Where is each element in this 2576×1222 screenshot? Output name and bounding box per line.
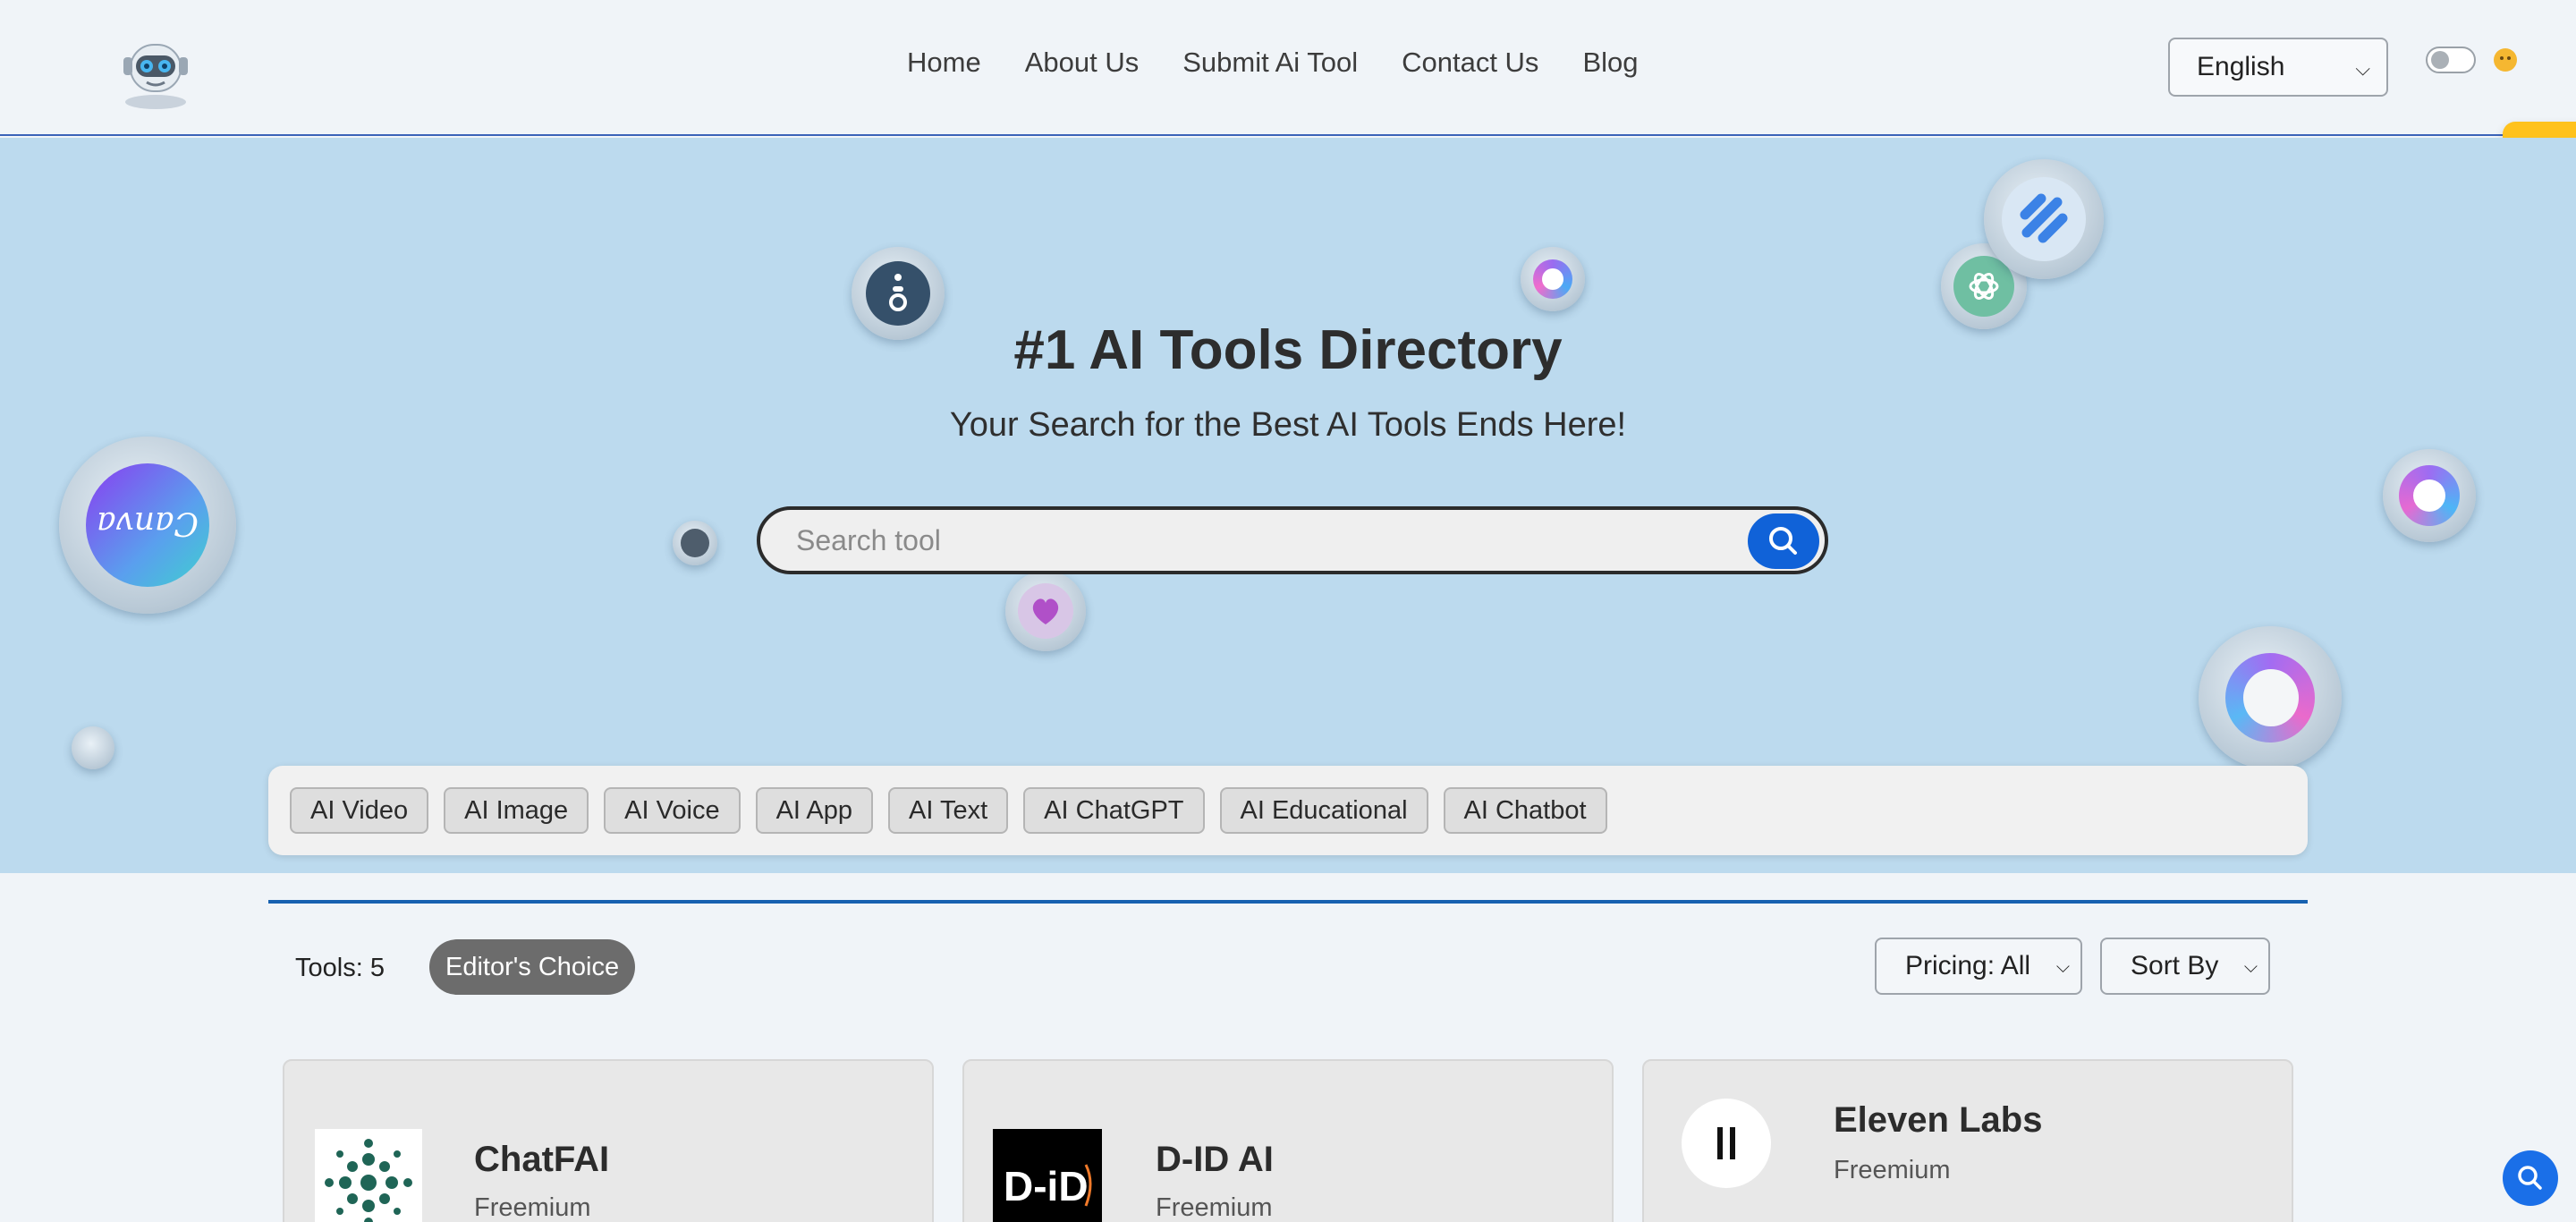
section-divider (268, 900, 2308, 904)
category-ai-voice[interactable]: AI Voice (604, 787, 741, 834)
hero-subtitle: Your Search for the Best AI Tools Ends H… (949, 406, 1627, 444)
canva-bubble[interactable]: Canva (59, 437, 236, 614)
search-icon (2518, 1166, 2542, 1190)
nav-submit-ai-tool[interactable]: Submit Ai Tool (1182, 47, 1358, 79)
small-tool-bubble[interactable] (673, 521, 717, 565)
category-bar: AI Video AI Image AI Voice AI App AI Tex… (268, 766, 2308, 855)
category-ai-video[interactable]: AI Video (290, 787, 429, 834)
swirl-logo-bubble[interactable] (2383, 449, 2476, 542)
nav-about-us[interactable]: About Us (1025, 47, 1140, 79)
tool-pricing: Freemium (1834, 1156, 1951, 1184)
language-value: English (2197, 52, 2285, 81)
heart-logo-icon (1032, 598, 1059, 624)
tool-name[interactable]: ChatFAI (474, 1140, 609, 1180)
chevron-down-icon: ⌵ (2055, 957, 2070, 977)
nav-blog[interactable]: Blog (1582, 47, 1638, 79)
search-icon (1769, 527, 1797, 555)
sort-by-value: Sort By (2131, 951, 2219, 980)
search-button[interactable] (1748, 513, 1819, 569)
main-nav: Home About Us Submit Ai Tool Contact Us … (907, 47, 1682, 79)
tool-card-chatfai[interactable]: ChatFAI Freemium (283, 1059, 934, 1222)
tool-card-eleven-labs[interactable]: Eleven Labs Freemium (1642, 1059, 2293, 1222)
tools-count: Tools: 5 (295, 954, 385, 982)
tool-name[interactable]: Eleven Labs (1834, 1100, 2042, 1141)
tool-card-did-ai[interactable]: D-iD D-ID AI Freemium (962, 1059, 1614, 1222)
heart-logo-bubble[interactable] (1005, 571, 1086, 651)
search-bar (757, 506, 1828, 574)
sort-by-select[interactable]: Sort By ⌵ (2100, 938, 2270, 995)
canva-logo-icon: Canva (97, 505, 199, 541)
striped-logo-bubble[interactable] (1984, 159, 2104, 279)
category-ai-image[interactable]: AI Image (444, 787, 589, 834)
category-ai-educational[interactable]: AI Educational (1219, 787, 1428, 834)
pricing-filter-select[interactable]: Pricing: All ⌵ (1875, 938, 2082, 995)
floating-search-button[interactable] (2503, 1150, 2558, 1206)
language-select[interactable]: English ⌵ (2168, 38, 2388, 97)
hero-section: Canva #1 AI Tools Directory Your Search … (0, 138, 2576, 873)
category-ai-chatgpt[interactable]: AI ChatGPT (1023, 787, 1205, 834)
partial-bubble (72, 726, 114, 769)
chevron-down-icon: ⌵ (2355, 57, 2370, 80)
emoji-icon (2494, 48, 2517, 72)
toggle-knob (2431, 51, 2449, 69)
nav-home[interactable]: Home (907, 47, 981, 79)
nav-contact-us[interactable]: Contact Us (1402, 47, 1538, 79)
site-header: Home About Us Submit Ai Tool Contact Us … (0, 0, 2576, 136)
category-ai-app[interactable]: AI App (755, 787, 874, 834)
tool-pricing: Freemium (474, 1193, 591, 1222)
search-input[interactable] (796, 522, 1690, 558)
striped-logo-icon (2020, 193, 2068, 243)
tool-name[interactable]: D-ID AI (1156, 1140, 1274, 1180)
tool-pricing: Freemium (1156, 1193, 1273, 1222)
category-ai-text[interactable]: AI Text (888, 787, 1009, 834)
pricing-filter-value: Pricing: All (1905, 951, 2031, 980)
openai-logo-icon (1969, 273, 1999, 300)
dark-mode-toggle[interactable] (2426, 47, 2476, 73)
svg-text:D-iD: D-iD (1004, 1163, 1089, 1209)
chevron-down-icon: ⌵ (2243, 957, 2258, 977)
chatfai-logo-icon (315, 1129, 422, 1222)
elevenlabs-logo-icon (1682, 1099, 1771, 1188)
ai-tool-bubble[interactable] (1521, 247, 1585, 311)
phone-logo-bubble[interactable] (2199, 626, 2342, 769)
tool-logo-icon (889, 274, 907, 311)
robot-logo-icon[interactable] (111, 25, 200, 115)
category-ai-chatbot[interactable]: AI Chatbot (1443, 787, 1607, 834)
hero-title: #1 AI Tools Directory (1013, 319, 1563, 381)
did-logo-icon: D-iD (993, 1129, 1102, 1222)
editors-choice-button[interactable]: Editor's Choice (429, 939, 636, 995)
